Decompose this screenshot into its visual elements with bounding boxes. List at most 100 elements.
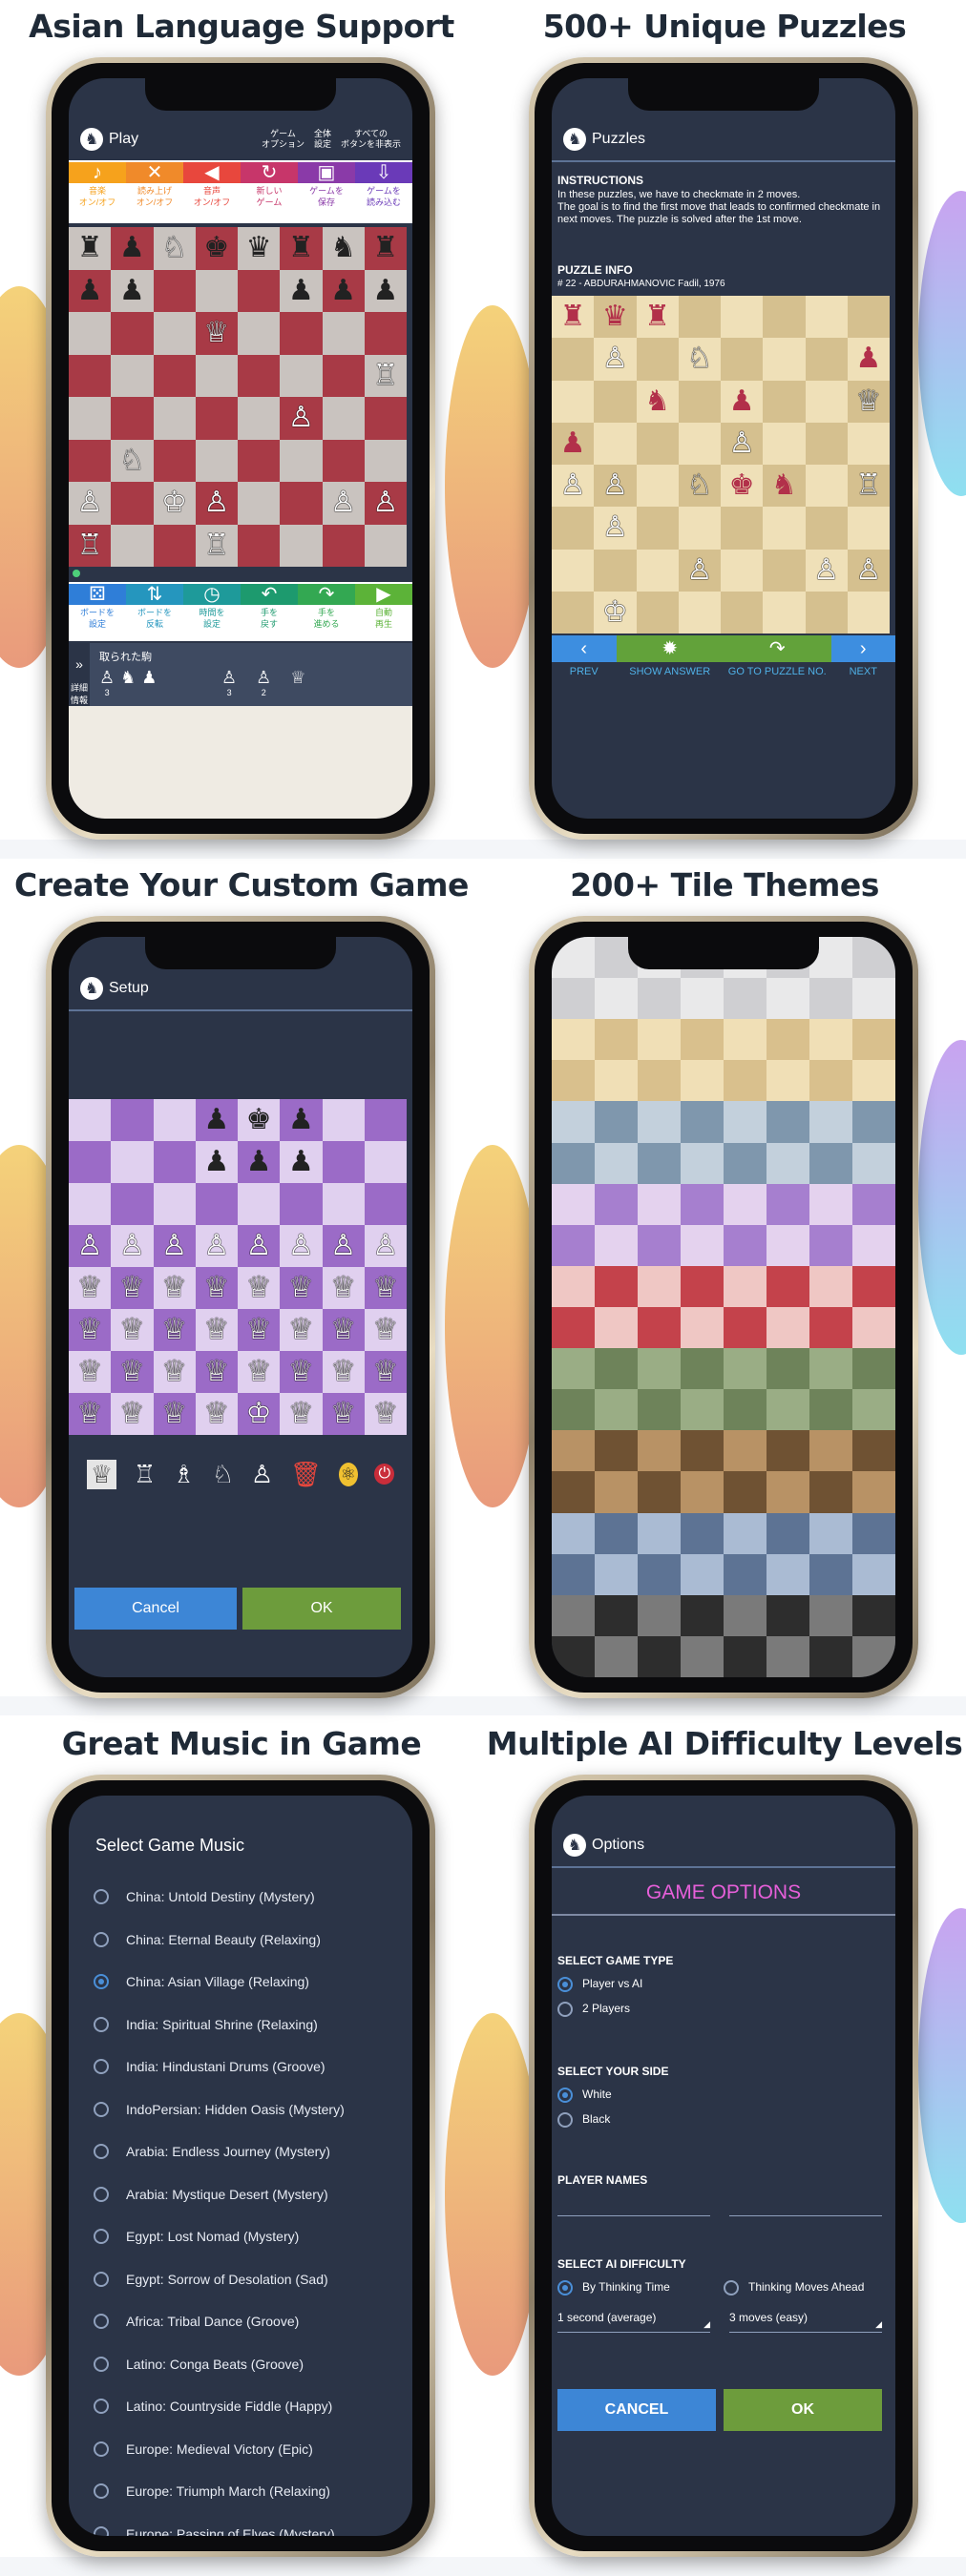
toolbar-button[interactable]: ♪ 音楽 オン/オフ <box>69 160 126 223</box>
side-label[interactable]: 詳細 情報 <box>69 681 90 706</box>
board-square[interactable] <box>805 591 848 634</box>
board-square[interactable] <box>847 296 890 339</box>
chess-piece[interactable]: ♙ <box>288 404 314 432</box>
board-square[interactable]: ♕ <box>153 1351 196 1393</box>
chess-piece[interactable]: ♟ <box>288 1148 314 1176</box>
chess-piece[interactable]: ♛ <box>246 234 272 262</box>
chess-piece[interactable]: ♕ <box>246 1316 272 1344</box>
board-square[interactable] <box>280 312 323 355</box>
toolbar-button[interactable]: ⇅ ボードを 反転 <box>126 582 183 641</box>
chess-piece[interactable]: ♞ <box>330 234 356 262</box>
board-square[interactable] <box>69 397 112 440</box>
board-square[interactable]: ♙ <box>153 1225 196 1267</box>
board-square[interactable]: ♕ <box>280 1351 323 1393</box>
board-square[interactable]: ♕ <box>238 1309 281 1351</box>
board-square[interactable] <box>322 1099 365 1141</box>
board-square[interactable] <box>322 439 365 482</box>
board-square[interactable]: ♟ <box>721 380 764 423</box>
theme-stripe[interactable] <box>552 1306 895 1349</box>
board-square[interactable] <box>69 354 112 397</box>
puzzle-nav-button[interactable]: › NEXT <box>830 635 895 683</box>
chess-piece[interactable]: ♙ <box>686 555 712 585</box>
chess-piece[interactable]: ♕ <box>77 1400 103 1428</box>
board-square[interactable] <box>721 591 764 634</box>
board-square[interactable]: ♕ <box>195 1267 238 1309</box>
board-square[interactable] <box>678 507 721 550</box>
board-square[interactable] <box>238 524 281 567</box>
cancel-button[interactable]: Cancel <box>74 1588 237 1630</box>
board-square[interactable]: ♕ <box>280 1393 323 1435</box>
board-square[interactable]: ♕ <box>69 1393 112 1435</box>
tile-theme-list[interactable] <box>552 937 895 1677</box>
ok-button[interactable]: OK <box>242 1588 401 1630</box>
board-square[interactable] <box>805 380 848 423</box>
board-square[interactable]: ♙ <box>195 482 238 525</box>
board-square[interactable] <box>195 397 238 440</box>
board-square[interactable] <box>678 591 721 634</box>
board-square[interactable] <box>280 1183 323 1225</box>
chess-piece[interactable]: ♔ <box>246 1400 272 1428</box>
music-track[interactable]: India: Spiritual Shrine (Relaxing) <box>94 2004 407 2046</box>
cancel-button[interactable]: CANCEL <box>557 2389 716 2431</box>
board-square[interactable]: ♕ <box>111 1309 154 1351</box>
board-square[interactable] <box>111 354 154 397</box>
chess-piece[interactable]: ♟ <box>246 1148 272 1176</box>
chess-piece[interactable]: ♕ <box>161 1316 187 1344</box>
board-square[interactable] <box>153 269 196 312</box>
chess-piece[interactable]: ♖ <box>203 530 229 560</box>
music-track[interactable]: India: Hindustani Drums (Groove) <box>94 2046 407 2088</box>
menu-item[interactable]: ゲーム オプション <box>262 129 304 150</box>
board-square[interactable] <box>763 591 806 634</box>
chess-piece[interactable]: ♕ <box>77 1358 103 1386</box>
board-square[interactable]: ♕ <box>364 1393 407 1435</box>
chess-piece[interactable]: ♙ <box>203 1232 229 1260</box>
board-square[interactable] <box>364 439 407 482</box>
theme-stripe[interactable] <box>552 1060 895 1102</box>
theme-stripe[interactable] <box>552 1512 895 1554</box>
board-square[interactable] <box>195 354 238 397</box>
board-square[interactable]: ♘ <box>111 439 154 482</box>
board-square[interactable] <box>678 422 721 465</box>
board-square[interactable] <box>364 1099 407 1141</box>
board-square[interactable] <box>153 1141 196 1183</box>
chess-piece[interactable]: ♚ <box>246 1106 272 1134</box>
expand-icon[interactable]: » <box>69 656 90 672</box>
chess-piece[interactable]: ♙ <box>77 488 103 517</box>
board-square[interactable]: ♕ <box>280 1309 323 1351</box>
chess-piece[interactable]: ♕ <box>119 1274 145 1302</box>
board-square[interactable]: ♙ <box>69 1225 112 1267</box>
board-square[interactable] <box>805 507 848 550</box>
board-square[interactable]: ♕ <box>238 1267 281 1309</box>
chess-piece[interactable]: ♟ <box>560 428 586 458</box>
board-square[interactable] <box>322 354 365 397</box>
chess-piece[interactable]: ♟ <box>119 234 145 262</box>
board-square[interactable]: ♟ <box>322 269 365 312</box>
board-square[interactable]: ♙ <box>238 1225 281 1267</box>
board-square[interactable] <box>238 482 281 525</box>
radio-icon[interactable] <box>94 2186 109 2202</box>
puzzle-nav-button[interactable]: ↷ GO TO PUZZLE NO. <box>724 635 831 683</box>
board-square[interactable]: ♖ <box>69 524 112 567</box>
chess-piece[interactable]: ♙ <box>602 471 628 500</box>
palette-piece[interactable]: ⏻ <box>374 1464 395 1485</box>
board-square[interactable]: ♕ <box>195 1393 238 1435</box>
music-track[interactable]: Europe: Medieval Victory (Epic) <box>94 2428 407 2471</box>
board-square[interactable] <box>153 312 196 355</box>
board-square[interactable]: ♛ <box>594 296 637 339</box>
board-square[interactable]: ♞ <box>636 380 679 423</box>
board-square[interactable] <box>364 524 407 567</box>
ai-mode-option[interactable]: By Thinking Time <box>557 2280 670 2296</box>
board-square[interactable] <box>280 524 323 567</box>
board-square[interactable] <box>721 507 764 550</box>
board-square[interactable] <box>195 269 238 312</box>
radio-icon[interactable] <box>94 2399 109 2415</box>
board-square[interactable] <box>69 312 112 355</box>
music-track[interactable]: Europe: Triumph March (Relaxing) <box>94 2470 407 2513</box>
chess-piece[interactable]: ♜ <box>288 234 314 262</box>
music-track[interactable]: Latino: Conga Beats (Groove) <box>94 2343 407 2386</box>
board-square[interactable]: ♙ <box>322 1225 365 1267</box>
chess-piece[interactable]: ♙ <box>602 344 628 373</box>
radio-icon[interactable] <box>557 2088 573 2103</box>
chess-piece[interactable]: ♘ <box>686 344 712 373</box>
ai-mode-option[interactable]: Thinking Moves Ahead <box>724 2280 864 2296</box>
